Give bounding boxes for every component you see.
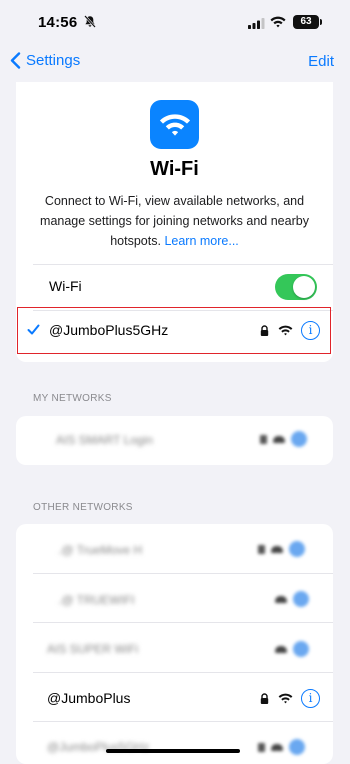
chevron-left-icon [10,52,21,69]
wifi-toggle[interactable] [275,274,317,300]
info-icon[interactable] [289,541,305,557]
checkmark-icon [27,322,40,340]
network-icons [258,541,305,557]
other-networks-header: OTHER NETWORKS [33,502,133,513]
divider [33,622,333,623]
lock-icon [258,742,265,752]
lock-icon [260,325,269,336]
wifi-status-icon [270,15,286,33]
network-name[interactable]: AIS SUPER WiFi [47,642,138,656]
page-description: Connect to Wi-Fi, view available network… [24,191,325,251]
my-networks-header: MY NETWORKS [33,393,112,404]
divider [33,721,333,722]
back-button[interactable]: Settings [10,52,80,69]
lock-icon [260,434,267,444]
wifi-signal-icon [278,325,293,336]
info-icon[interactable] [293,591,309,607]
network-name[interactable]: @JumboPlus [47,690,130,706]
wifi-toggle-label: Wi-Fi [49,278,82,294]
info-icon[interactable]: i [301,321,320,340]
cellular-signal-icon [248,16,265,34]
info-icon[interactable] [289,739,305,755]
network-icons [275,641,309,657]
wifi-signal-icon [273,435,285,443]
battery-icon: 63 [293,15,319,29]
status-bar: 14:56 63 [0,0,350,44]
network-name[interactable]: AIS SMART Login [56,433,153,447]
wifi-signal-icon [278,693,293,704]
network-icons: i [260,689,320,708]
page-title: Wi-Fi [150,158,199,180]
network-icons [258,739,305,755]
wifi-signal-icon [275,645,287,653]
nav-bar: Settings Edit [0,44,350,80]
divider [33,573,333,574]
home-indicator [106,749,240,753]
wifi-app-icon [150,100,199,149]
info-icon[interactable] [293,641,309,657]
battery-tip [320,19,322,25]
lock-icon [260,693,269,704]
wifi-signal-icon [271,545,283,553]
network-icons [260,431,307,447]
wifi-signal-icon [275,595,287,603]
lock-icon [258,544,265,554]
divider [33,264,333,265]
toggle-knob [293,276,315,298]
info-icon[interactable] [291,431,307,447]
info-icon[interactable]: i [301,689,320,708]
status-time: 14:56 [38,14,78,31]
edit-button[interactable]: Edit [308,53,334,70]
wifi-signal-icon [271,743,283,751]
network-name[interactable]: .@ TRUEWIFI [58,593,135,607]
network-name[interactable]: .@ TrueMove H [58,543,142,557]
bell-slash-icon [84,15,96,33]
connected-network-name[interactable]: @JumboPlus5GHz [49,322,168,338]
network-icons [275,591,309,607]
back-label: Settings [26,52,81,69]
divider [33,672,333,673]
connected-network-icons: i [260,321,320,340]
learn-more-link[interactable]: Learn more... [164,234,238,248]
